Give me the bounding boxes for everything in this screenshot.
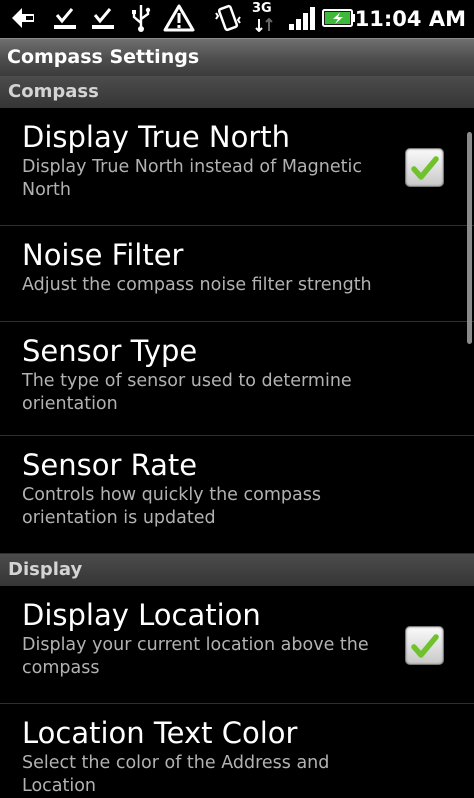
pref-title: Sensor Rate (22, 448, 198, 482)
display-location-checkbox[interactable] (405, 626, 444, 665)
checkmark-icon (411, 156, 439, 180)
vibrate-icon (215, 4, 241, 32)
pref-summary: Controls how quickly the compass orienta… (22, 485, 321, 528)
pref-summary: The type of sensor used to determine ori… (22, 371, 352, 414)
pref-sensor-type[interactable]: Sensor Type The type of sensor used to d… (0, 322, 474, 436)
scrollbar-thumb[interactable] (467, 132, 472, 344)
pref-title: Display Location (22, 598, 261, 632)
status-bar: 3G 11:04 AM (0, 0, 474, 38)
network-type-label: 3G (252, 1, 272, 16)
pref-display-location[interactable]: Display Location Display your current lo… (0, 586, 474, 704)
checkmark-icon (411, 634, 439, 658)
pref-location-text-color[interactable]: Location Text Color Select the color of … (0, 704, 474, 796)
back-arrow-icon (12, 8, 34, 28)
title-bar: Compass Settings (0, 38, 474, 76)
3g-icon: 3G (252, 1, 278, 33)
category-header-display: Display (0, 554, 474, 586)
category-header-compass: Compass (0, 76, 474, 108)
usb-icon (132, 5, 151, 32)
pref-summary: Adjust the compass noise filter strength (22, 275, 372, 295)
pref-title: Location Text Color (22, 716, 298, 750)
pref-summary: Display your current location above the … (22, 635, 369, 678)
pref-title: Sensor Type (22, 334, 198, 368)
download-icon (92, 8, 114, 29)
category-header-label: Compass (8, 81, 99, 102)
page-title: Compass Settings (7, 46, 200, 68)
category-header-label: Display (8, 559, 83, 580)
pref-sensor-rate[interactable]: Sensor Rate Controls how quickly the com… (0, 436, 474, 554)
display-true-north-checkbox[interactable] (405, 148, 444, 187)
pref-summary: Select the color of the Address and Loca… (22, 753, 330, 796)
status-time: 11:04 AM (354, 7, 466, 31)
signal-icon (289, 7, 315, 30)
battery-icon (322, 9, 355, 27)
pref-summary: Display True North instead of Magnetic N… (22, 157, 362, 200)
pref-title: Noise Filter (22, 238, 184, 272)
pref-display-true-north[interactable]: Display True North Display True North in… (0, 108, 474, 226)
warning-icon (163, 4, 195, 32)
download-icon (54, 8, 76, 29)
pref-title: Display True North (22, 120, 291, 154)
pref-noise-filter[interactable]: Noise Filter Adjust the compass noise fi… (0, 226, 474, 322)
